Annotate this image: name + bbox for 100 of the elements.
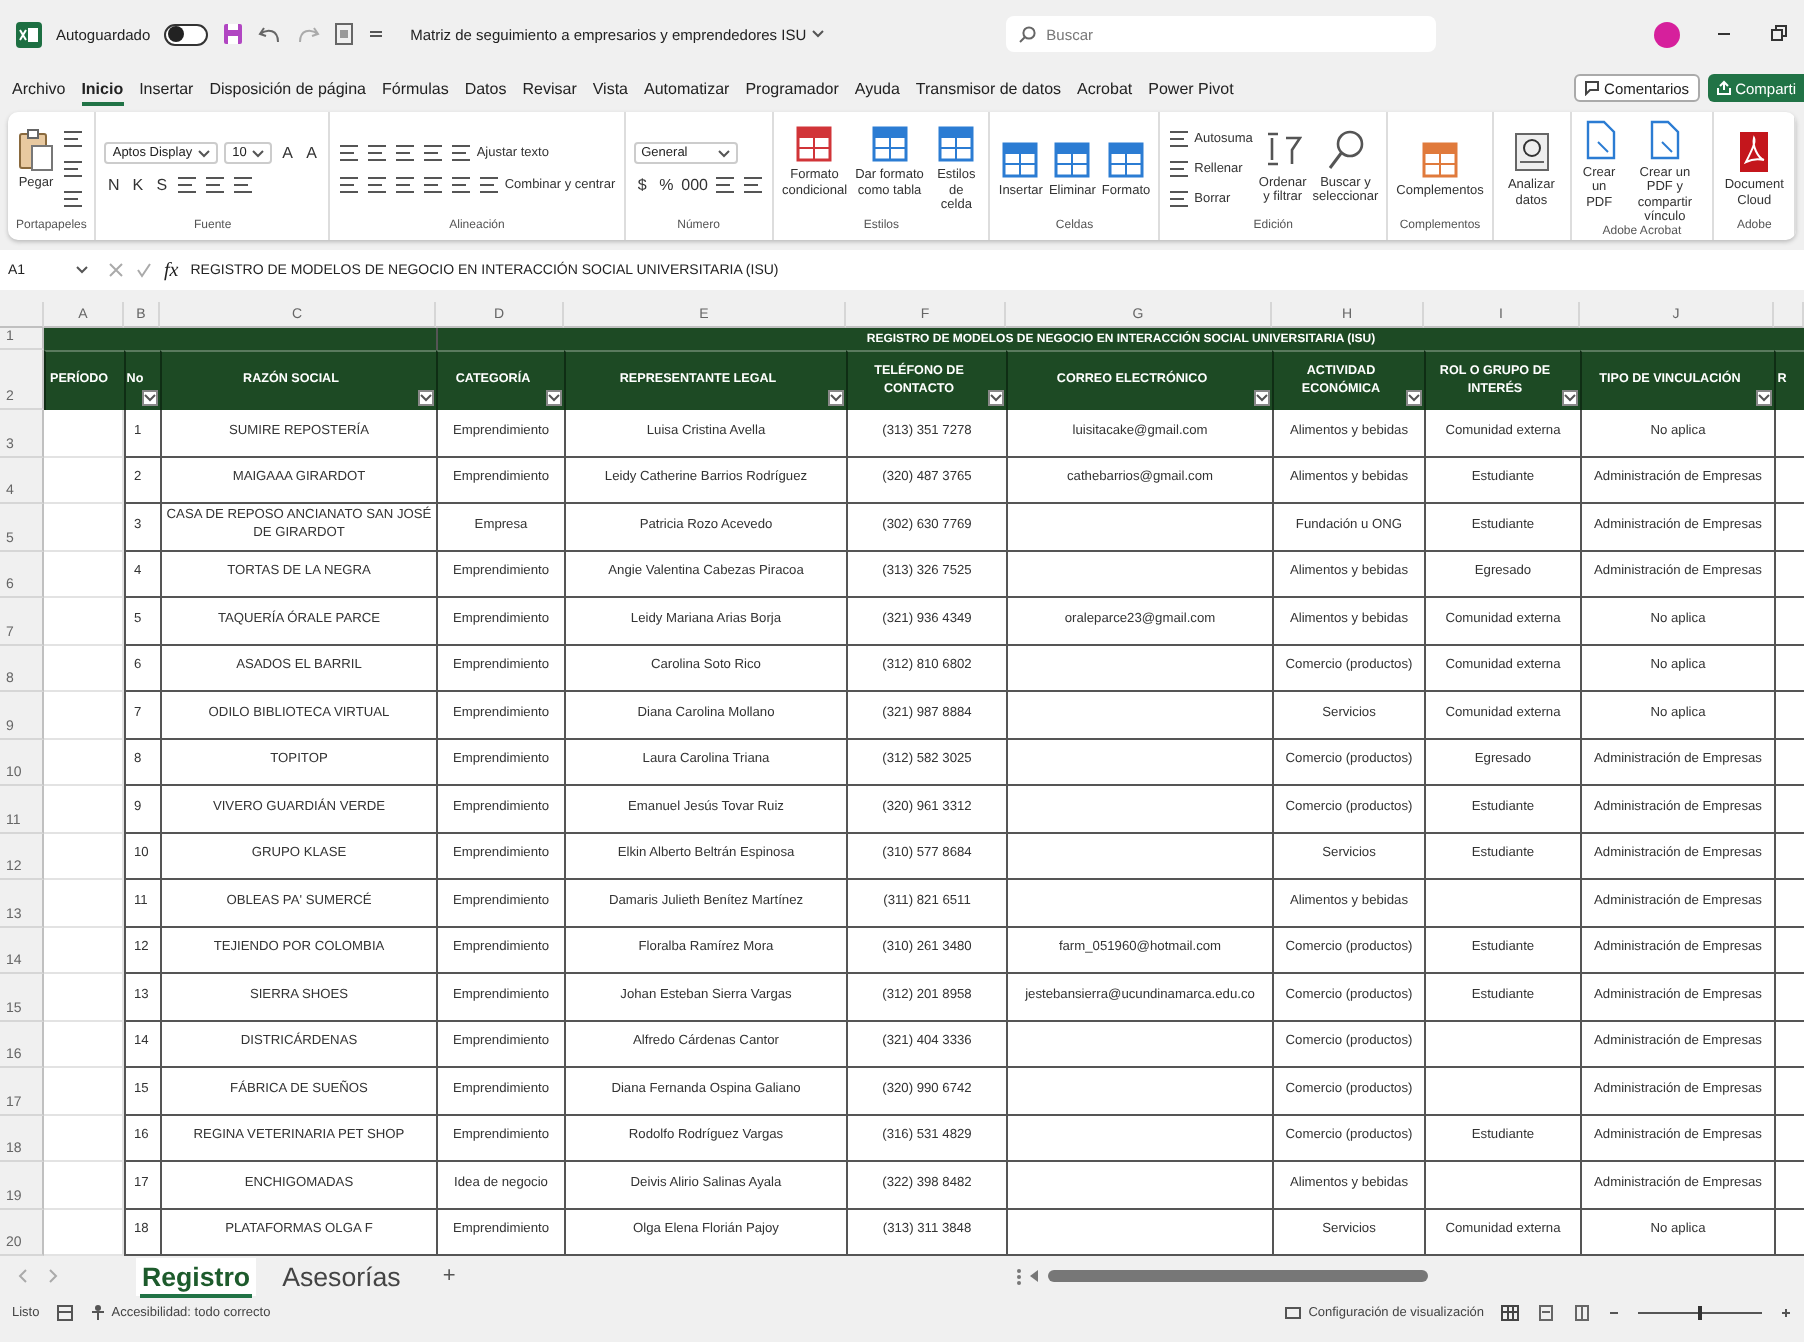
comment-icon <box>1584 80 1601 96</box>
lines-icon[interactable] <box>204 174 227 196</box>
menu-tab[interactable]: Disposición de página <box>201 75 374 101</box>
caret-icon <box>830 394 842 402</box>
menu-tab[interactable]: Power Pivot <box>1140 75 1242 101</box>
insert-function-button[interactable]: fx <box>164 259 179 281</box>
lines-icon[interactable] <box>232 174 255 196</box>
person-icon <box>89 1304 106 1322</box>
lines-icon[interactable] <box>1168 158 1191 180</box>
lines-icon[interactable] <box>422 142 445 164</box>
caret-icon <box>144 394 156 402</box>
format-button[interactable]: K <box>128 174 147 196</box>
menu-tab[interactable]: Ayuda <box>846 75 908 101</box>
chevron-icon <box>812 30 825 38</box>
app-logo <box>16 21 42 47</box>
menu-tab[interactable]: Revisar <box>514 75 585 101</box>
empty-cell <box>1774 1115 1804 1162</box>
lines-icon[interactable] <box>366 174 389 196</box>
table-icon <box>794 124 835 165</box>
autosave-toggle[interactable] <box>164 23 209 45</box>
menu-tab[interactable]: Fórmulas <box>373 75 457 101</box>
zoom-slider[interactable] <box>1636 1304 1764 1322</box>
empty-cell <box>1774 457 1804 504</box>
lines-icon[interactable] <box>338 142 361 164</box>
format-button[interactable]: 000 <box>681 174 708 196</box>
menu-tab[interactable]: Inicio <box>73 75 132 101</box>
customize-icon[interactable] <box>368 26 385 42</box>
menu-tab[interactable]: Transmisor de datos <box>907 75 1070 101</box>
menu-tab[interactable]: Datos <box>456 75 515 101</box>
filter-button[interactable] <box>142 390 158 406</box>
empty-cell <box>1774 692 1804 739</box>
page-layout-icon[interactable] <box>1536 1304 1556 1322</box>
menu-tab[interactable]: Automatizar <box>636 75 738 101</box>
caret-icon <box>252 149 265 157</box>
empty-cell <box>1774 1021 1804 1068</box>
empty-cell <box>1774 551 1804 598</box>
empty-cell <box>1774 1162 1804 1209</box>
lines-icon[interactable] <box>478 174 501 196</box>
avatar[interactable] <box>1654 21 1680 47</box>
menu-tab[interactable]: Programador <box>737 75 847 101</box>
sheet-tab[interactable]: Asesorías <box>276 1257 407 1295</box>
macro-icon[interactable] <box>55 1304 74 1322</box>
menu-tab[interactable]: Archivo <box>4 75 74 101</box>
empty-cell <box>1774 880 1804 927</box>
scroll-left-icon[interactable] <box>1029 1270 1040 1282</box>
filter-button[interactable] <box>988 390 1004 406</box>
save-icon[interactable] <box>222 22 245 46</box>
lines-icon[interactable] <box>62 158 84 180</box>
empty-cell <box>1774 786 1804 833</box>
lines-icon[interactable] <box>366 142 389 164</box>
format-button[interactable]: N <box>104 174 123 196</box>
lines-icon[interactable] <box>1168 128 1191 150</box>
format-button[interactable]: % <box>657 174 676 196</box>
zoom-in-icon[interactable] <box>1780 1304 1792 1322</box>
form-icon[interactable] <box>334 22 355 46</box>
lines-icon[interactable] <box>62 188 84 210</box>
filter-button[interactable] <box>546 390 562 406</box>
restore-icon[interactable] <box>1768 24 1788 44</box>
lines-icon[interactable] <box>176 174 199 196</box>
empty-cell <box>1774 833 1804 880</box>
table-icon <box>936 124 977 165</box>
lines-icon[interactable] <box>422 174 445 196</box>
page-break-icon[interactable] <box>1572 1304 1592 1322</box>
format-button[interactable]: $ <box>633 174 652 196</box>
monitor-icon <box>1284 1305 1303 1321</box>
empty-cell <box>1774 927 1804 974</box>
lines-icon[interactable] <box>713 174 736 196</box>
lines-icon[interactable] <box>741 174 764 196</box>
add-sheet-button[interactable]: + <box>442 1264 456 1288</box>
empty-cell <box>1774 974 1804 1021</box>
menu-tab[interactable]: Acrobat <box>1069 75 1141 101</box>
check-icon[interactable] <box>136 262 152 278</box>
menu-tab[interactable]: Vista <box>584 75 636 101</box>
filter-button[interactable] <box>1254 390 1270 406</box>
empty-cell <box>1774 504 1804 551</box>
caret-icon <box>1758 394 1770 402</box>
format-button[interactable]: A <box>278 142 297 164</box>
empty-cell <box>1774 645 1804 692</box>
undo-icon[interactable] <box>258 23 283 45</box>
normal-view-icon[interactable] <box>1500 1304 1520 1322</box>
caret-icon <box>717 149 730 157</box>
lines-icon[interactable] <box>62 128 84 150</box>
filter-button[interactable] <box>1406 390 1422 406</box>
more-icon[interactable] <box>1015 1267 1022 1285</box>
format-button[interactable]: S <box>152 174 171 196</box>
menu-tab[interactable]: Insertar <box>131 75 202 101</box>
sheet-tab[interactable]: Registro <box>136 1257 257 1295</box>
lines-icon[interactable] <box>1168 188 1191 210</box>
format-button[interactable]: A <box>302 142 321 164</box>
caret-icon <box>1564 394 1576 402</box>
filter-button[interactable] <box>828 390 844 406</box>
lines-icon[interactable] <box>394 174 417 196</box>
lines-icon[interactable] <box>338 174 361 196</box>
lines-icon[interactable] <box>394 142 417 164</box>
filter-button[interactable] <box>1756 390 1772 406</box>
scrollbar-thumb[interactable] <box>1047 1270 1428 1282</box>
filter-button[interactable] <box>1562 390 1578 406</box>
lines-icon[interactable] <box>450 174 473 196</box>
filter-button[interactable] <box>418 390 434 406</box>
lines-icon[interactable] <box>450 142 473 164</box>
